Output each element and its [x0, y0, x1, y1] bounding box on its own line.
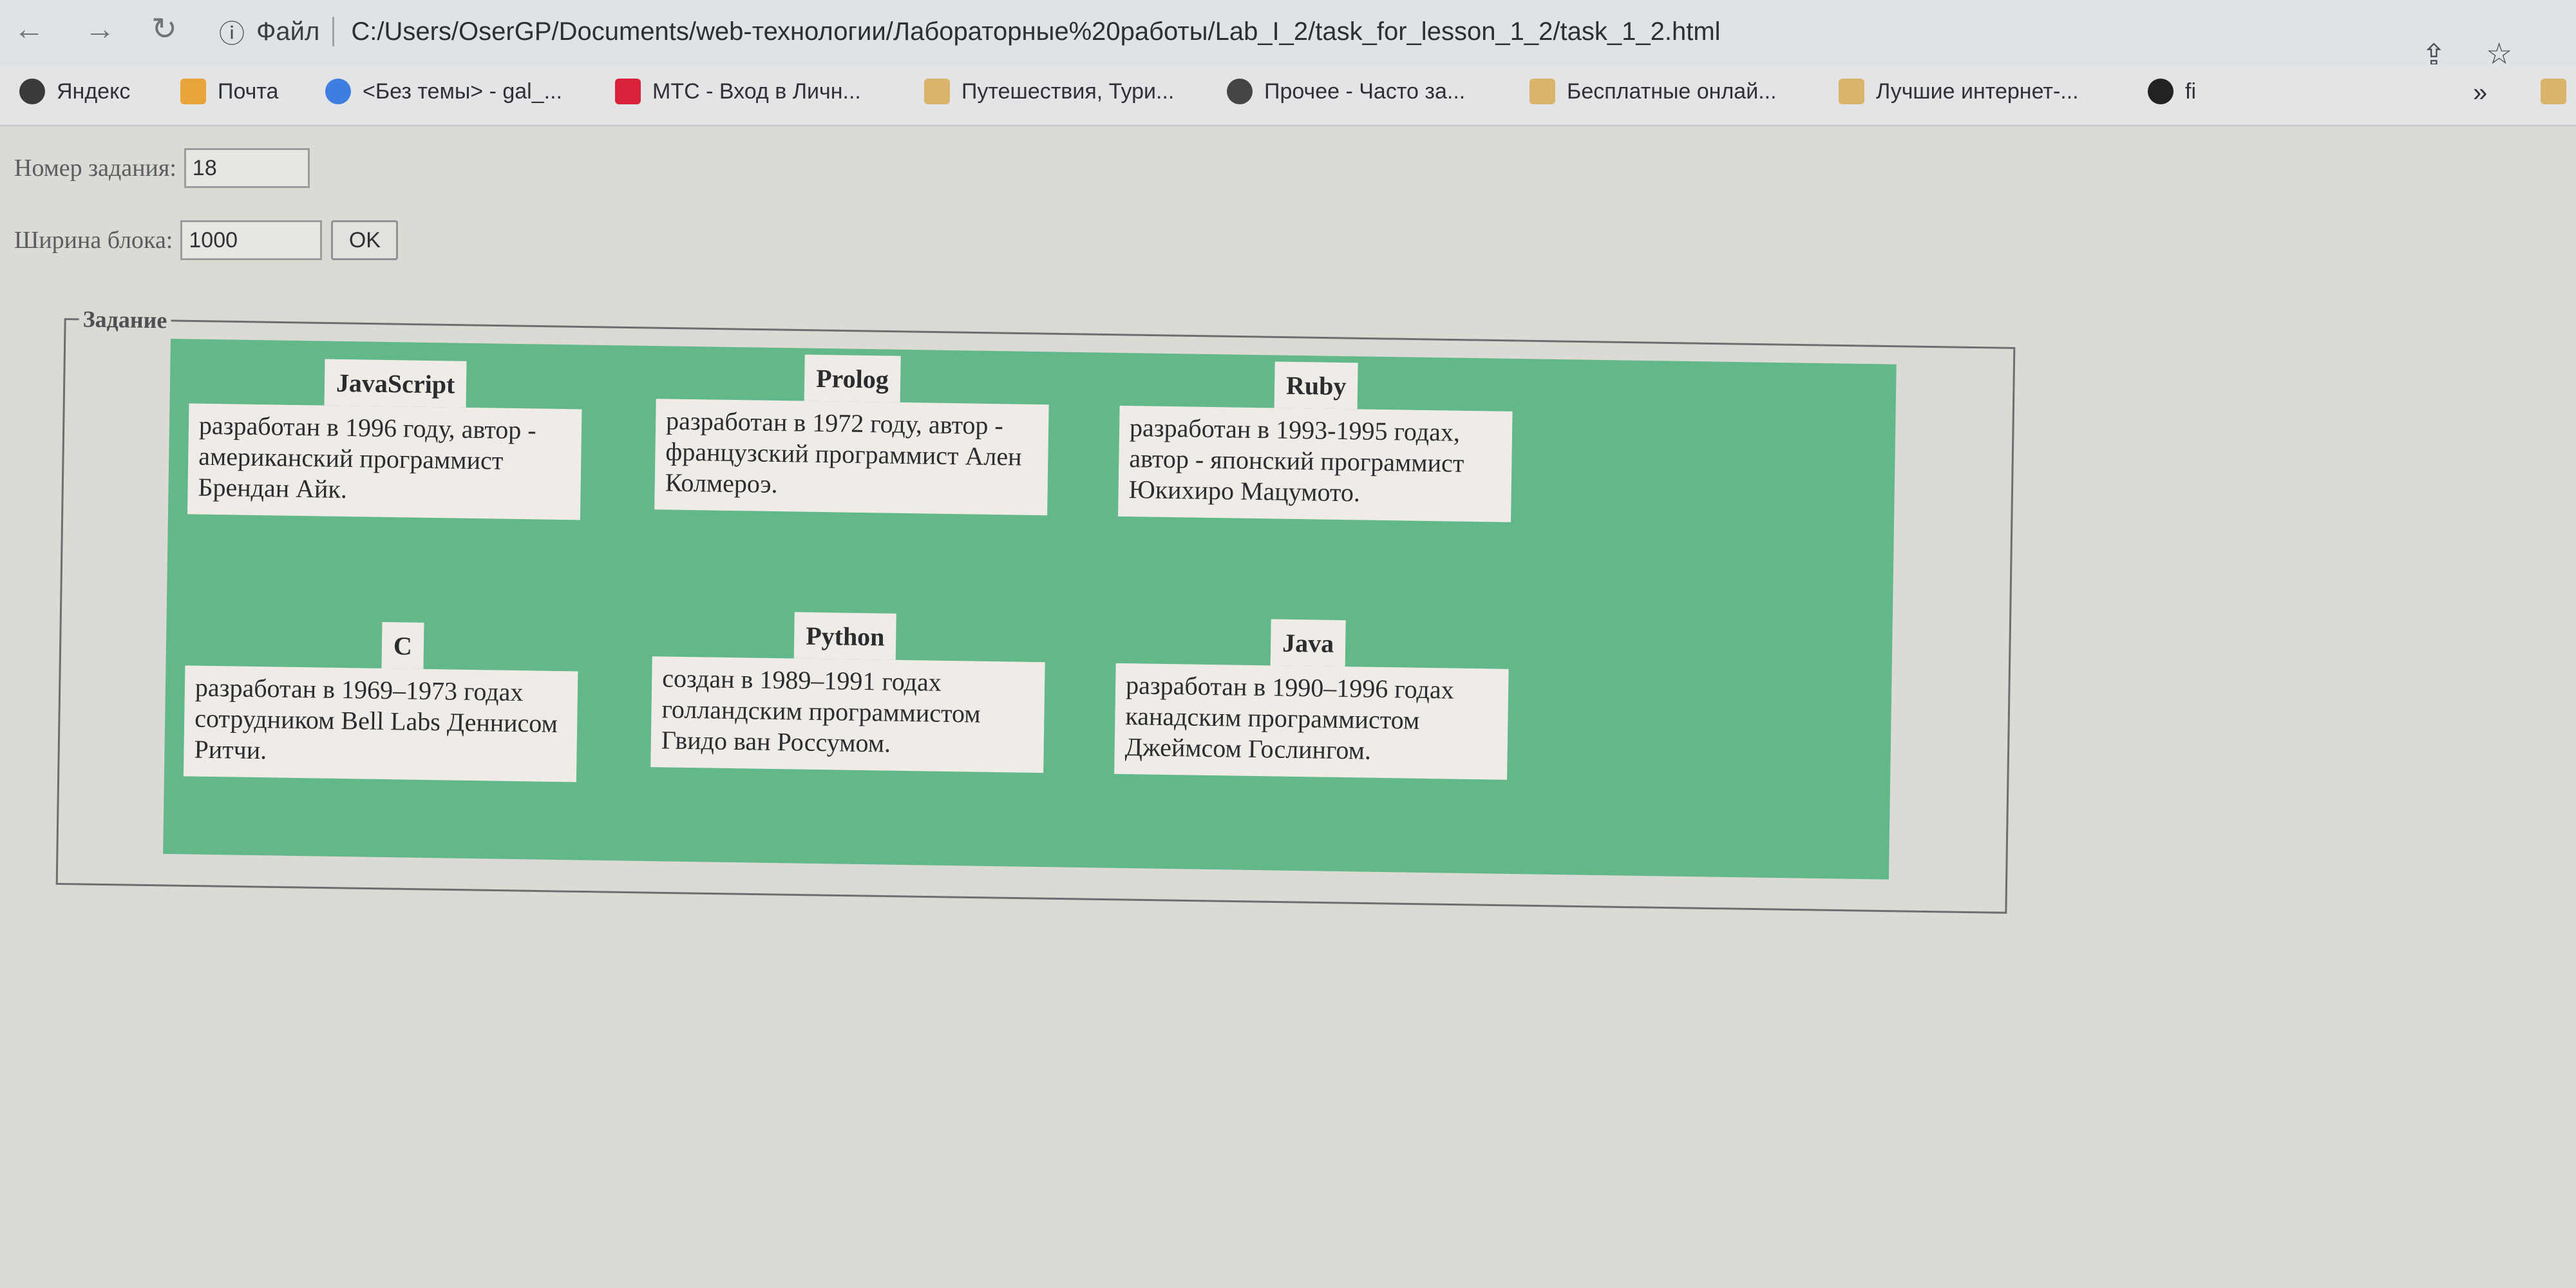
bookmark-item[interactable]: Почта — [180, 79, 278, 104]
card-title: Java — [1270, 619, 1346, 667]
folder-icon — [1839, 79, 1864, 104]
bookmark-item[interactable]: Прочее - Часто за... — [1227, 79, 1465, 104]
block-width-input[interactable] — [180, 220, 323, 260]
file-scheme-label: Файл — [256, 17, 320, 46]
card-title: JavaScript — [324, 359, 467, 408]
url-text: C:/Users/OserGP/Documents/web-технологии… — [351, 17, 1721, 46]
bookmark-label: Путешествия, Тури... — [961, 79, 1175, 104]
languages-panel: JavaScript разработан в 1996 году, автор… — [163, 339, 1897, 880]
bookmark-label: Лучшие интернет-... — [1876, 79, 2079, 104]
bookmark-label: <Без темы> - gal_... — [363, 79, 562, 104]
browser-toolbar: ← → ↻ ⓘ Файл C:/Users/OserGP/Documents/w… — [0, 0, 2576, 71]
block-width-row: Ширина блока: OK — [14, 220, 399, 260]
folder-icon — [1530, 79, 1555, 104]
forward-arrow-icon[interactable]: → — [77, 6, 122, 52]
card-description: разработан в 1972 году, автор - французс… — [654, 399, 1049, 516]
bookmark-item[interactable]: Яндекс — [19, 79, 130, 104]
language-card: Ruby разработан в 1993-1995 годах, автор… — [1118, 359, 1513, 522]
bookmark-label: Прочее - Часто за... — [1264, 79, 1466, 104]
bookmark-item[interactable]: МТС - Вход в Личн... — [615, 79, 861, 104]
mts-icon — [615, 79, 641, 104]
task-legend: Задание — [82, 306, 167, 334]
more-bookmarks-button[interactable]: » — [2473, 79, 2487, 108]
language-card: C разработан в 1969–1973 годах сотрудник… — [183, 619, 579, 782]
page-content: Номер задания: Ширина блока: OK Задание … — [0, 126, 2576, 1288]
bookmark-item[interactable]: Лучшие интернет-... — [1839, 79, 2079, 104]
bookmark-label: Почта — [218, 79, 279, 104]
task-number-label: Номер задания: — [14, 155, 176, 182]
bookmark-folder-item[interactable] — [2541, 79, 2576, 104]
language-card: Python создан в 1989–1991 годах голландс… — [650, 610, 1046, 773]
ok-button[interactable]: OK — [331, 220, 399, 260]
card-description: создан в 1989–1991 годах голландским про… — [650, 656, 1045, 773]
card-description: разработан в 1969–1973 годах сотрудником… — [183, 665, 578, 782]
bookmark-item[interactable]: fi — [2148, 79, 2196, 104]
back-arrow-icon[interactable]: ← — [6, 6, 52, 52]
card-description: разработан в 1996 году, автор - американ… — [187, 403, 582, 520]
bookmark-label: Бесплатные онлай... — [1567, 79, 1777, 104]
folder-icon — [924, 79, 950, 104]
link-icon — [2148, 79, 2174, 104]
bookmark-item[interactable]: Путешествия, Тури... — [924, 79, 1174, 104]
address-divider — [332, 17, 335, 46]
at-sign-icon — [325, 79, 351, 104]
block-width-label: Ширина блока: — [14, 227, 173, 254]
card-title: Prolog — [804, 354, 901, 402]
globe-icon — [1227, 79, 1253, 104]
bookmark-label: МТС - Вход в Личн... — [652, 79, 861, 104]
card-description: разработан в 1993-1995 годах, автор - яп… — [1118, 405, 1513, 522]
language-card: Java разработан в 1990–1996 годах канадс… — [1114, 617, 1510, 780]
info-icon[interactable]: ⓘ — [219, 13, 245, 50]
bookmarks-bar: Яндекс Почта <Без темы> - gal_... МТС - … — [0, 64, 2576, 126]
card-title: Ruby — [1274, 361, 1359, 410]
language-card: JavaScript разработан в 1996 году, автор… — [187, 357, 583, 520]
reload-icon[interactable]: ↻ — [142, 6, 187, 52]
bookmark-item[interactable]: Бесплатные онлай... — [1530, 79, 1777, 104]
bookmark-item[interactable]: <Без темы> - gal_... — [325, 79, 562, 104]
bookmark-label: fi — [2185, 79, 2196, 104]
address-bar[interactable]: ⓘ Файл C:/Users/OserGP/Documents/web-тех… — [219, 9, 2512, 54]
task-number-input[interactable] — [184, 148, 310, 188]
language-card: Prolog разработан в 1972 году, автор - ф… — [654, 352, 1050, 516]
card-title: C — [381, 621, 424, 669]
bookmark-label: Яндекс — [57, 79, 131, 104]
card-description: разработан в 1990–1996 годах канадским п… — [1114, 663, 1509, 780]
mail-icon — [180, 79, 206, 104]
folder-icon — [2541, 79, 2566, 104]
yandex-icon — [19, 79, 45, 104]
task-number-row: Номер задания: — [14, 148, 310, 188]
card-title: Python — [793, 612, 897, 660]
